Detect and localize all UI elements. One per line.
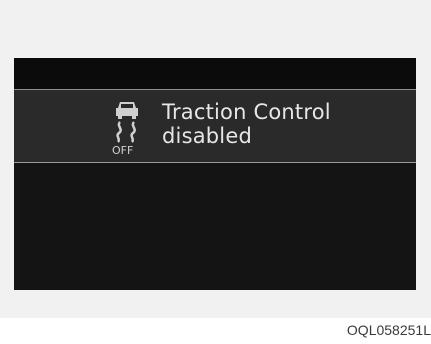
figure-code: OQL058251L [346,322,431,338]
traction-control-off-icon: OFF [112,102,138,156]
message-line-2: disabled [162,124,252,148]
screen-lower-area [14,163,416,290]
display-frame: OFF Traction Control disabled [0,0,431,318]
warning-message-text: Traction Control disabled [162,100,331,148]
off-label: OFF [112,144,133,156]
instrument-cluster-screen: OFF Traction Control disabled [14,58,416,290]
warning-message-band: OFF Traction Control disabled [14,89,416,163]
message-line-1: Traction Control [162,100,331,124]
screen-top-band [14,58,416,89]
